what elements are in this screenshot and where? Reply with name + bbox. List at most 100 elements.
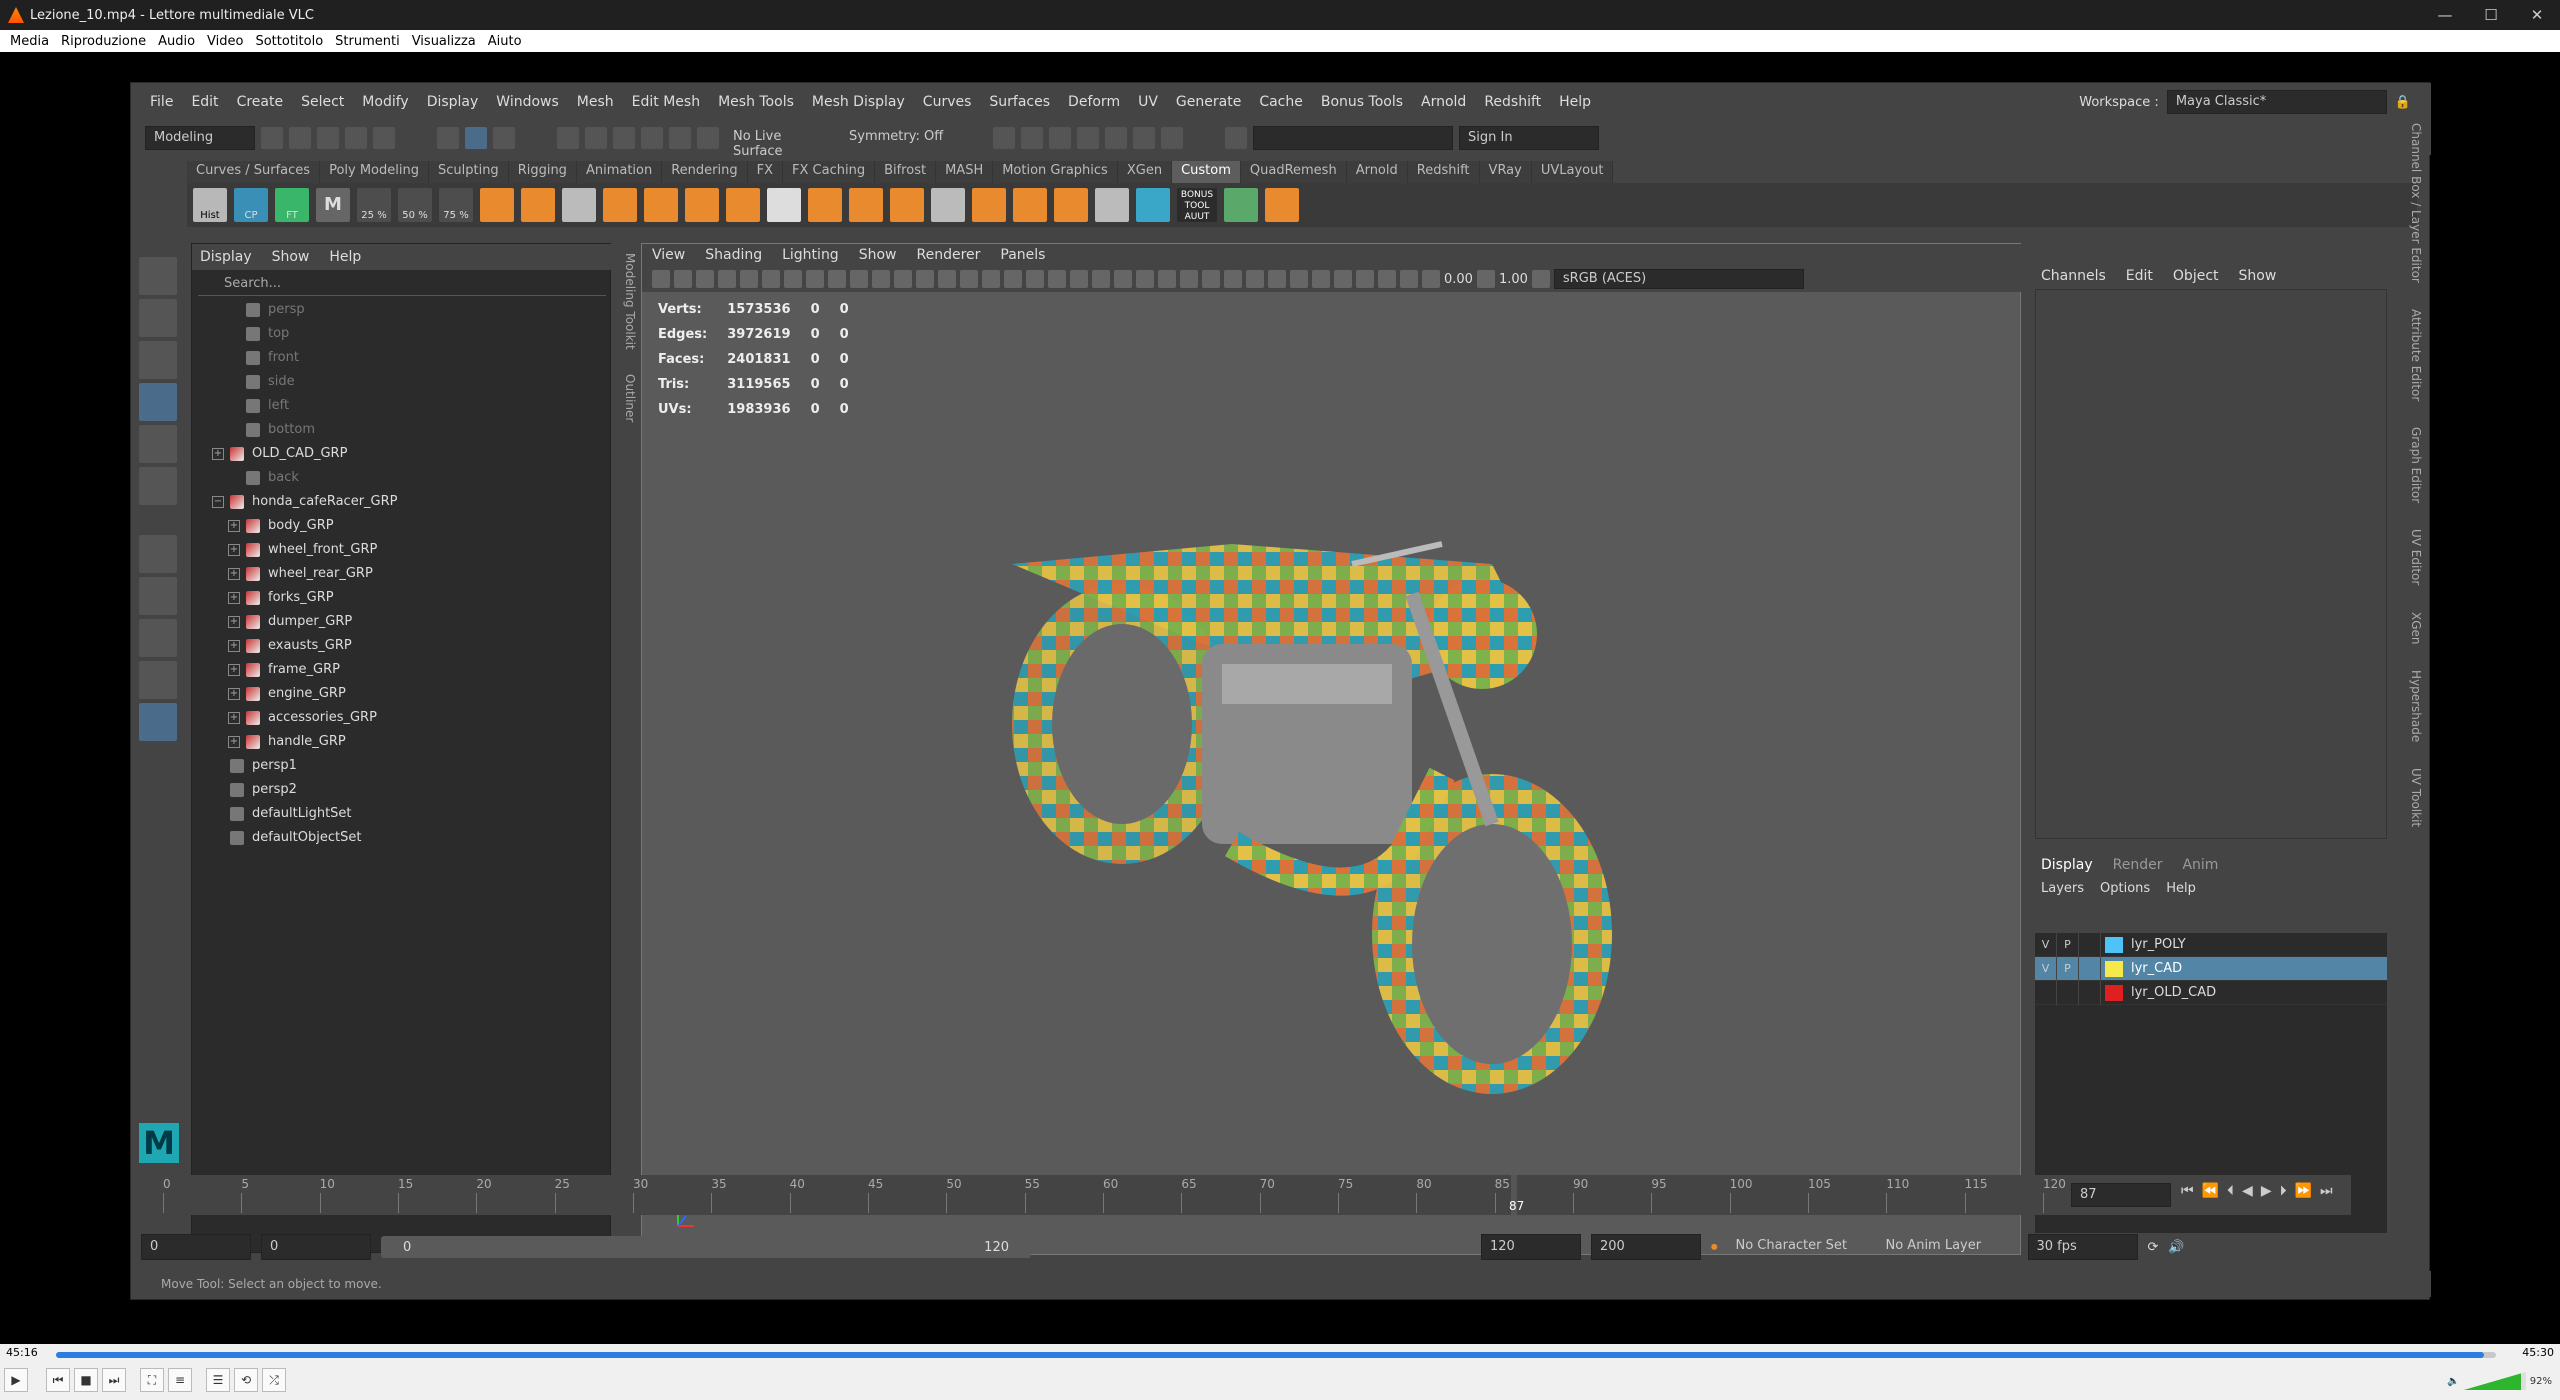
hypershade-icon[interactable]	[1133, 127, 1155, 149]
expand-icon[interactable]: +	[212, 448, 224, 460]
sign-in-button[interactable]: Sign In	[1459, 126, 1599, 150]
outliner-item[interactable]: + exausts_GRP	[192, 634, 592, 658]
shelf-cp-button[interactable]: CP	[234, 188, 268, 222]
layer-type-toggle[interactable]	[2079, 956, 2101, 981]
expand-icon[interactable]: +	[228, 640, 240, 652]
viewport-tool-icon[interactable]	[960, 270, 978, 288]
shuffle-icon[interactable]: ⤮	[262, 1368, 286, 1392]
outliner-item[interactable]: + dumper_GRP	[192, 610, 592, 634]
vlc-menu-audio[interactable]: Audio	[152, 34, 201, 49]
ipr-icon[interactable]	[1077, 127, 1099, 149]
gamma-icon[interactable]	[1476, 270, 1495, 288]
menu-windows[interactable]: Windows	[487, 94, 568, 110]
layer-visibility-toggle[interactable]	[2035, 980, 2057, 1005]
anim-end-field[interactable]: 200	[1591, 1234, 1701, 1260]
select-object-icon[interactable]	[465, 127, 487, 149]
viewport-tool-icon[interactable]	[1070, 270, 1088, 288]
menu-display[interactable]: Display	[418, 94, 488, 110]
menu-curves[interactable]: Curves	[914, 94, 981, 110]
auto-key-icon[interactable]: ⏺	[1711, 1240, 1718, 1255]
expand-icon[interactable]: +	[228, 736, 240, 748]
layer-menu-layers[interactable]: Layers	[2041, 881, 2084, 896]
menu-mesh[interactable]: Mesh	[568, 94, 623, 110]
side-tab[interactable]: Outliner	[623, 374, 637, 422]
shelf-tool-icon[interactable]	[1095, 188, 1129, 222]
shelf-tab-animation[interactable]: Animation	[576, 161, 663, 183]
menu-modify[interactable]: Modify	[353, 94, 417, 110]
menu-mesh-tools[interactable]: Mesh Tools	[709, 94, 803, 110]
menu-redshift[interactable]: Redshift	[1475, 94, 1550, 110]
step-forward-key-icon[interactable]: ⏩	[2295, 1183, 2312, 1199]
new-scene-icon[interactable]	[261, 127, 283, 149]
viewport-tool-icon[interactable]	[1224, 270, 1242, 288]
shelf-tool-icon[interactable]	[521, 188, 555, 222]
viewport-tool-icon[interactable]	[1202, 270, 1220, 288]
shelf-tab-xgen[interactable]: XGen	[1117, 161, 1173, 183]
side-tab[interactable]: Attribute Editor	[2393, 309, 2423, 401]
side-tab[interactable]: Graph Editor	[2393, 427, 2423, 503]
shelf-tab-arnold[interactable]: Arnold	[1346, 161, 1408, 183]
workspace-dropdown[interactable]: Maya Classic*	[2166, 90, 2387, 114]
symmetry-dropdown[interactable]: Symmetry: Off	[841, 126, 961, 150]
outliner-menu-help[interactable]: Help	[329, 249, 361, 265]
outliner-item[interactable]: defaultObjectSet	[192, 826, 592, 850]
outliner-search-input[interactable]: Search...	[198, 274, 606, 296]
expand-icon[interactable]: +	[228, 712, 240, 724]
outliner-item[interactable]: + wheel_rear_GRP	[192, 562, 592, 586]
motorcycle-model[interactable]	[972, 524, 1672, 1144]
outliner-item[interactable]: bottom	[192, 418, 592, 442]
shelf-smooth-75-button[interactable]: 75 %	[439, 188, 473, 222]
shelf-tool-icon[interactable]	[1013, 188, 1047, 222]
menu-help[interactable]: Help	[1550, 94, 1600, 110]
viewport-menu-shading[interactable]: Shading	[705, 247, 762, 263]
channel-menu-channels[interactable]: Channels	[2041, 268, 2106, 284]
input-mode-icon[interactable]	[1225, 127, 1247, 149]
snap-grid-icon[interactable]	[557, 127, 579, 149]
shelf-tool-icon[interactable]	[808, 188, 842, 222]
viewport-tool-icon[interactable]	[1092, 270, 1110, 288]
fullscreen-icon[interactable]: ⛶	[140, 1368, 164, 1392]
outliner-item[interactable]: + frame_GRP	[192, 658, 592, 682]
viewport-panel[interactable]: View Shading Lighting Show Renderer Panels 0.…	[641, 243, 2022, 1255]
vlc-menu-riproduzione[interactable]: Riproduzione	[55, 34, 152, 49]
viewport-tool-icon[interactable]	[828, 270, 846, 288]
step-back-key-icon[interactable]: ⏪	[2202, 1183, 2219, 1199]
shelf-tab-fx[interactable]: FX	[747, 161, 784, 183]
paint-select-icon[interactable]	[139, 341, 177, 379]
viewport-tool-icon[interactable]	[850, 270, 868, 288]
mode-dropdown[interactable]: Modeling	[145, 126, 255, 150]
expand-icon[interactable]: +	[228, 544, 240, 556]
maximize-icon[interactable]: ☐	[2468, 6, 2514, 24]
viewport-tool-icon[interactable]	[1158, 270, 1176, 288]
shelf-tool-icon[interactable]	[1054, 188, 1088, 222]
side-tab[interactable]: Hypershade	[2393, 670, 2423, 742]
outliner-item[interactable]: side	[192, 370, 592, 394]
side-tab[interactable]: UV Toolkit	[2393, 768, 2423, 827]
shelf-tab-curves-surfaces[interactable]: Curves / Surfaces	[187, 161, 321, 183]
viewport-tool-icon[interactable]	[1400, 270, 1418, 288]
shelf-tool-icon[interactable]	[1136, 188, 1170, 222]
shelf-tool-icon[interactable]	[562, 188, 596, 222]
viewport-tool-icon[interactable]	[1378, 270, 1396, 288]
menu-edit[interactable]: Edit	[182, 94, 227, 110]
step-forward-frame-icon[interactable]: ⏵	[2280, 1183, 2287, 1199]
vlc-menu-visualizza[interactable]: Visualizza	[406, 34, 482, 49]
fps-dropdown[interactable]: 30 fps	[2027, 1234, 2138, 1260]
history-icon[interactable]	[993, 127, 1015, 149]
outliner-item[interactable]: back	[192, 466, 592, 490]
viewport-tool-icon[interactable]	[872, 270, 890, 288]
side-tab[interactable]: Modeling Toolkit	[623, 253, 637, 350]
shelf-smooth-50-button[interactable]: 50 %	[398, 188, 432, 222]
viewport-menu-view[interactable]: View	[652, 247, 685, 263]
shelf-m-icon[interactable]: M	[316, 188, 350, 222]
viewport-tool-icon[interactable]	[1180, 270, 1198, 288]
shelf-tool-icon[interactable]	[972, 188, 1006, 222]
lock-icon[interactable]: 🔒	[2395, 95, 2411, 110]
minimize-icon[interactable]: —	[2422, 6, 2468, 24]
render-current-icon[interactable]	[1049, 127, 1071, 149]
shelf-tab-mash[interactable]: MASH	[936, 161, 994, 183]
loop-icon[interactable]: ⟲	[234, 1368, 258, 1392]
viewport-tool-icon[interactable]	[916, 270, 934, 288]
shelf-tool-icon[interactable]	[685, 188, 719, 222]
layer-color-swatch[interactable]	[2105, 936, 2123, 953]
